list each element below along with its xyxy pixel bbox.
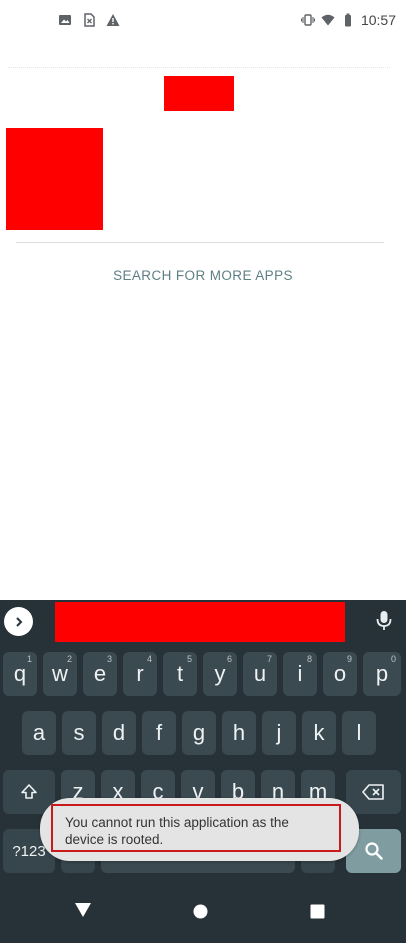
status-bar: 10:57 [0,0,406,44]
back-icon[interactable] [74,902,92,918]
backspace-key[interactable] [346,770,401,814]
toast-text: You cannot run this application as the d… [51,804,341,852]
key-h[interactable]: h [222,711,256,755]
expand-toolbar-button[interactable] [4,607,33,636]
key-hint: 8 [306,654,312,664]
key-hint: 6 [226,654,232,664]
sim-card-icon [84,13,95,27]
key-hint: 7 [266,654,272,664]
redacted-app-icon[interactable] [6,128,103,230]
key-hint: 9 [346,654,352,664]
key-label: h [232,720,246,745]
key-a[interactable]: a [22,711,56,755]
key-label: i [297,661,303,686]
key-hint: 0 [390,654,396,664]
key-l[interactable]: l [342,711,376,755]
key-label: k [313,720,325,745]
key-label: j [276,720,282,745]
key-label: a [32,720,46,745]
key-label: p [375,661,389,686]
key-label: ?123 [12,842,46,860]
section-divider [16,242,384,243]
key-g[interactable]: g [182,711,216,755]
key-label: t [176,661,184,686]
key-hint: 5 [186,654,192,664]
image-icon [59,15,71,25]
key-f[interactable]: f [142,711,176,755]
key-t[interactable]: t 5 [163,652,197,696]
mic-icon[interactable] [374,609,394,633]
key-label: y [214,661,226,686]
wifi-icon [321,14,335,26]
key-r[interactable]: r 4 [123,652,157,696]
top-divider [8,67,390,69]
key-label: f [155,720,163,745]
key-e[interactable]: e 3 [83,652,117,696]
key-j[interactable]: j [262,711,296,755]
warning-icon [106,14,120,26]
key-d[interactable]: d [102,711,136,755]
search-icon [364,842,383,860]
key-label: o [333,661,347,686]
key-label: u [253,661,267,686]
key-label: r [136,661,144,686]
key-y[interactable]: y 6 [203,652,237,696]
recents-icon[interactable] [310,904,325,919]
key-label: q [13,661,27,686]
key-hint: 4 [146,654,152,664]
key-label: w [52,661,68,686]
key-w[interactable]: w 2 [43,652,77,696]
key-q[interactable]: q 1 [3,652,37,696]
home-icon[interactable] [193,904,208,919]
backspace-icon [361,784,384,800]
vibrate-icon [300,14,315,26]
key-o[interactable]: o 9 [323,652,357,696]
key-label: g [192,720,206,745]
battery-icon [344,13,351,27]
redacted-title [164,76,234,111]
key-label: d [112,720,126,745]
key-hint: 2 [66,654,72,664]
key-k[interactable]: k [302,711,336,755]
key-label: l [356,720,362,745]
key-hint: 3 [106,654,112,664]
toast-message: You cannot run this application as the d… [40,798,359,861]
key-i[interactable]: i 8 [283,652,317,696]
chevron-right-icon [15,616,22,627]
suggestion-bar [0,600,406,644]
key-u[interactable]: u 7 [243,652,277,696]
key-hint: 1 [26,654,32,664]
key-label: e [93,661,107,686]
key-p[interactable]: p 0 [363,652,401,696]
clock: 10:57 [360,12,396,28]
key-s[interactable]: s [62,711,96,755]
key-label: s [73,720,85,745]
system-icons: 10:57 [300,12,396,28]
redacted-suggestion[interactable] [55,602,345,642]
shift-icon [21,784,37,799]
notification-icons [58,13,120,27]
navigation-bar [0,875,406,943]
search-more-apps-link[interactable]: SEARCH FOR MORE APPS [0,268,406,283]
